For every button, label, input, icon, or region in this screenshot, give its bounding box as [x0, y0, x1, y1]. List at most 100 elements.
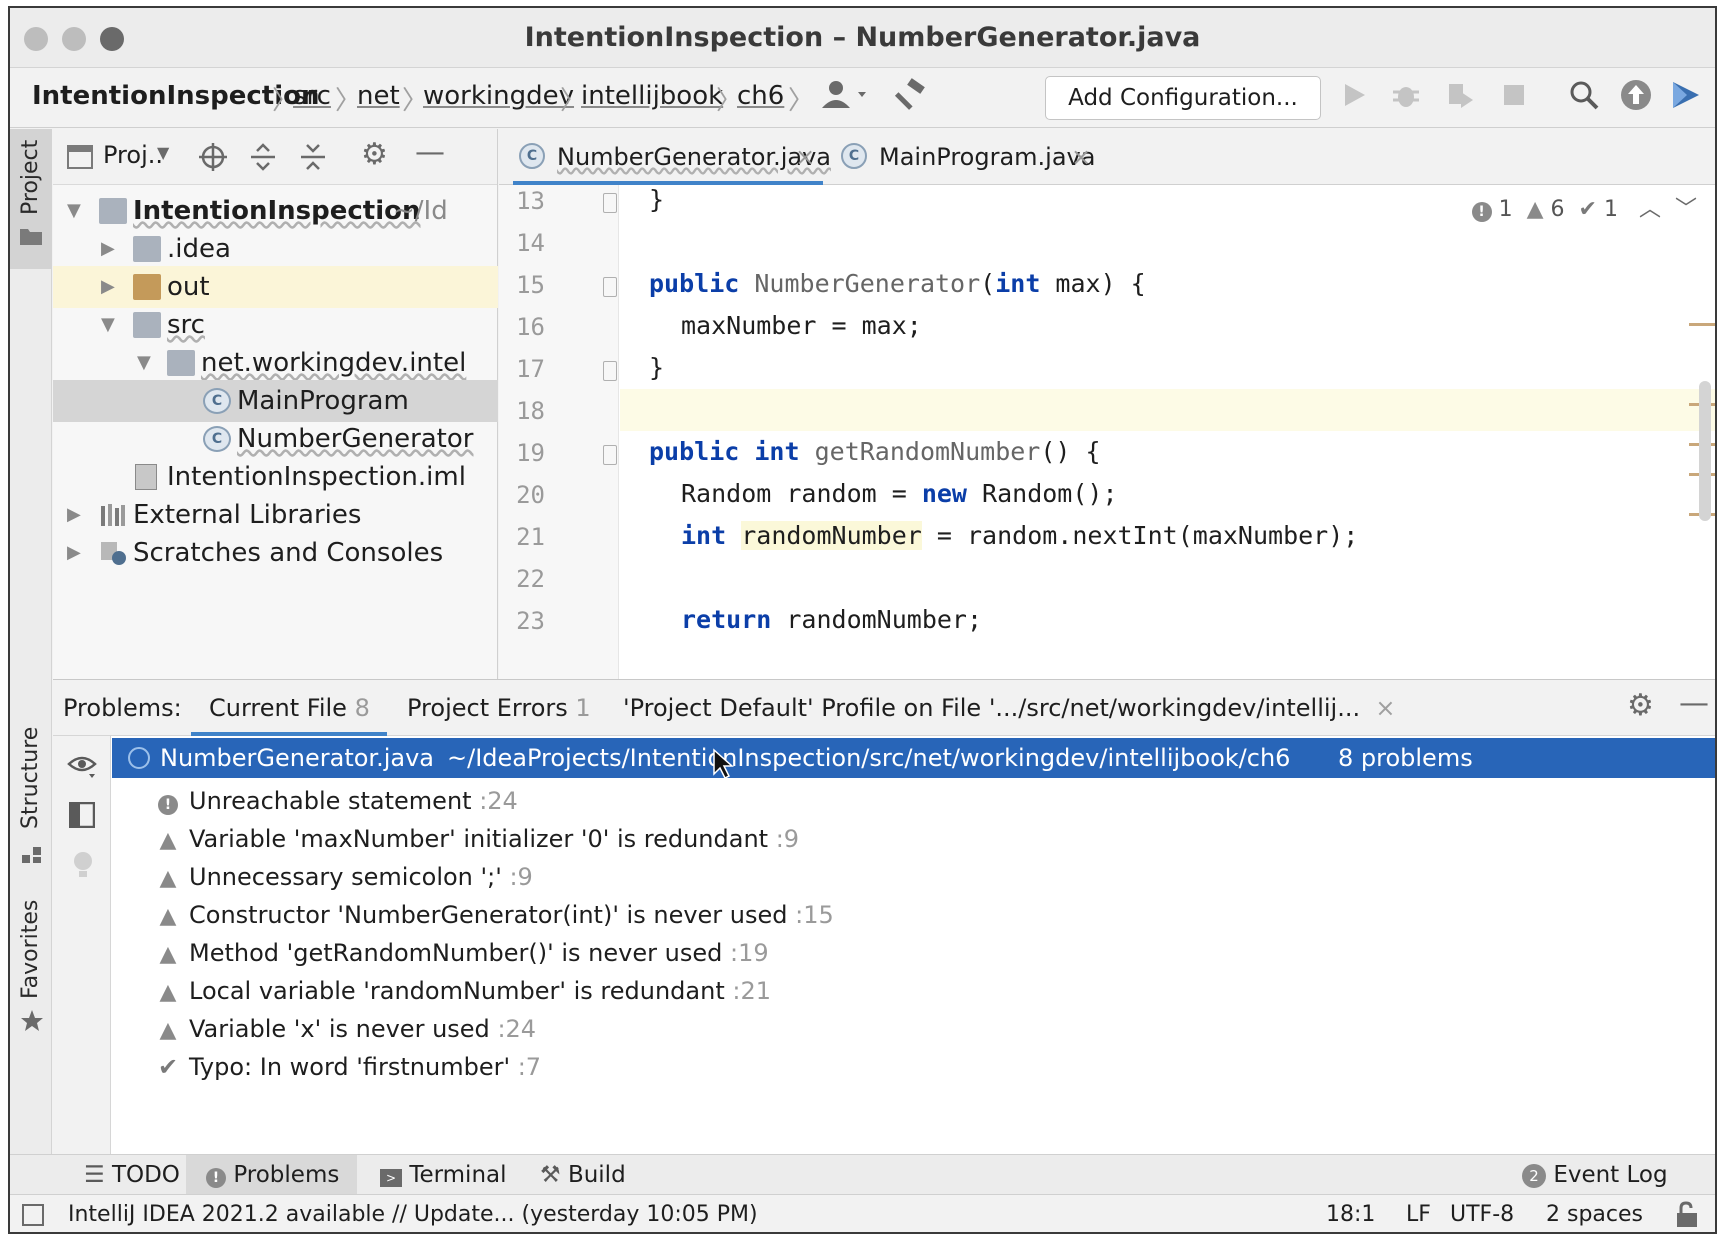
problems-file-row[interactable]: NumberGenerator.java ~/IdeaProjects/Inte…	[112, 738, 1715, 780]
breadcrumb-ch6[interactable]: ch6	[737, 81, 784, 111]
problem-item[interactable]: ▲ Variable 'x' is never used :24	[153, 1008, 537, 1050]
tab-project-errors[interactable]: Project Errors 1	[407, 680, 591, 736]
coverage-icon[interactable]	[1442, 78, 1478, 114]
problem-line: :21	[732, 977, 771, 1005]
tree-item-package[interactable]: ▼ net.workingdev.intel	[53, 342, 498, 384]
eye-icon[interactable]	[67, 750, 97, 780]
tree-item-project-root[interactable]: ▼ IntentionInspection ~/Id	[53, 190, 498, 232]
problems-toolbar	[53, 736, 111, 1155]
class-icon: C	[841, 143, 867, 169]
add-configuration-button[interactable]: Add Configuration...	[1045, 76, 1321, 120]
project-tab-label: Project	[18, 139, 43, 215]
preview-panel-icon[interactable]	[69, 802, 95, 828]
tree-item-numbergenerator[interactable]: C NumberGenerator	[53, 418, 498, 460]
next-problem-icon[interactable]: ﹀	[1675, 197, 1697, 222]
status-message[interactable]: IntelliJ IDEA 2021.2 available // Update…	[68, 1195, 758, 1232]
gear-icon[interactable]: ⚙	[361, 137, 388, 172]
problem-line: :24	[497, 1015, 537, 1043]
code-line-21: int randomNumber = random.nextInt(maxNum…	[681, 521, 1358, 550]
problems-tool-button[interactable]: ! Problems	[186, 1155, 358, 1195]
collapsed-arrow-icon[interactable]: ▶	[67, 532, 81, 574]
code-editor[interactable]: 13 14 15 16 17 18 19 20 21 22 23 } publi…	[499, 185, 1715, 679]
collapsed-arrow-icon[interactable]: ▶	[67, 494, 81, 536]
hide-panel-icon[interactable]: —	[415, 135, 445, 170]
collapse-all-icon[interactable]	[299, 143, 327, 171]
fold-marker-icon[interactable]	[603, 277, 617, 297]
tree-item-src[interactable]: ▼ src	[53, 304, 498, 346]
inspection-widget[interactable]: ! 1 ▲ 6 ✔ 1 ︿ ﹀	[1471, 191, 1697, 223]
editor-tab-bar: C NumberGenerator.java × C MainProgram.j…	[499, 129, 1715, 185]
jetbrains-logo-icon[interactable]	[1668, 78, 1704, 114]
stop-icon[interactable]	[1496, 78, 1532, 114]
unlock-icon[interactable]	[1674, 1201, 1700, 1229]
editor-scrollbar[interactable]	[1699, 381, 1711, 521]
close-tab-icon[interactable]: ×	[1375, 694, 1395, 722]
lightbulb-icon[interactable]	[71, 850, 95, 880]
tree-item-out[interactable]: ▶ out	[53, 266, 498, 308]
user-dropdown-icon[interactable]	[816, 78, 876, 114]
tab-mainprogram[interactable]: C MainProgram.java ×	[835, 129, 1105, 185]
line-separator[interactable]: LF	[1406, 1195, 1431, 1232]
problem-item[interactable]: ▲ Constructor 'NumberGenerator(int)' is n…	[153, 894, 834, 936]
event-log-button[interactable]: 2 Event Log	[1508, 1155, 1682, 1195]
breadcrumb-net[interactable]: net	[357, 81, 400, 111]
problem-item[interactable]: ▲ Unnecessary semicolon ';' :9	[153, 856, 533, 898]
hide-panel-icon[interactable]: —	[1679, 686, 1709, 721]
tree-item-iml[interactable]: IntentionInspection.iml	[53, 456, 498, 498]
problem-item[interactable]: ▲ Method 'getRandomNumber()' is never use…	[153, 932, 769, 974]
problem-item[interactable]: ▲ Variable 'maxNumber' initializer '0' is…	[153, 818, 800, 860]
expanded-arrow-icon[interactable]: ▼	[101, 304, 115, 346]
run-icon[interactable]	[1336, 78, 1372, 114]
tree-item-idea[interactable]: ▶ .idea	[53, 228, 498, 270]
update-icon[interactable]	[1618, 78, 1654, 114]
expand-all-icon[interactable]	[249, 143, 277, 171]
toggle-tool-windows-icon[interactable]	[22, 1204, 44, 1226]
expanded-arrow-icon[interactable]: ▼	[67, 190, 81, 232]
todo-tool-button[interactable]: ☰ TODO	[70, 1155, 194, 1195]
fold-marker-icon[interactable]	[603, 445, 617, 465]
hammer-icon[interactable]	[892, 78, 932, 114]
tree-item-scratches[interactable]: ▶ Scratches and Consoles	[53, 532, 498, 574]
collapsed-arrow-icon[interactable]: ▶	[101, 266, 115, 308]
problems-file-count: 8 problems	[1338, 744, 1473, 772]
tab-profile-on-file[interactable]: 'Project Default' Profile on File '.../s…	[623, 680, 1395, 736]
tree-item-external-libraries[interactable]: ▶ External Libraries	[53, 494, 498, 536]
problem-item[interactable]: ! Unreachable statement :24	[153, 780, 518, 822]
indent-setting[interactable]: 2 spaces	[1546, 1195, 1643, 1232]
locate-icon[interactable]	[199, 143, 227, 171]
line-number: 13	[516, 187, 545, 215]
close-tab-icon[interactable]: ×	[795, 129, 815, 185]
tab-label: Current File	[209, 694, 347, 722]
error-stripe-marker[interactable]	[1689, 323, 1715, 326]
tab-current-file[interactable]: Current File 8	[191, 680, 387, 736]
project-view-selector[interactable]: Proj..	[103, 141, 163, 169]
tree-item-mainprogram[interactable]: C MainProgram	[53, 380, 498, 422]
collapsed-arrow-icon[interactable]: ▶	[101, 228, 115, 270]
structure-tool-tab[interactable]: Structure	[10, 727, 52, 879]
fold-marker-icon[interactable]	[603, 193, 617, 213]
caret-position[interactable]: 18:1	[1326, 1195, 1375, 1232]
favorites-tool-tab[interactable]: Favorites	[10, 899, 52, 1049]
problem-item[interactable]: ✔ Typo: In word 'firstnumber' :7	[153, 1046, 541, 1088]
line-number: 16	[516, 313, 545, 341]
terminal-tool-button[interactable]: > Terminal	[366, 1155, 521, 1195]
mouse-cursor-icon	[713, 748, 734, 780]
previous-problem-icon[interactable]: ︿	[1639, 197, 1661, 222]
build-tool-button[interactable]: ⚒ Build	[526, 1155, 640, 1195]
gear-icon[interactable]: ⚙	[1627, 688, 1654, 723]
chevron-down-icon[interactable]: ▼	[157, 143, 169, 162]
breadcrumb-src[interactable]: src	[293, 81, 331, 111]
expanded-arrow-icon[interactable]: ▼	[137, 342, 151, 384]
close-tab-icon[interactable]: ×	[1071, 129, 1091, 185]
problem-item[interactable]: ▲ Local variable 'randomNumber' is redund…	[153, 970, 771, 1012]
breadcrumb-workingdev[interactable]: workingdev	[423, 81, 574, 111]
debug-icon[interactable]	[1388, 78, 1424, 114]
tab-numbergenerator[interactable]: C NumberGenerator.java ×	[513, 129, 831, 185]
fold-marker-icon[interactable]	[603, 361, 617, 381]
warning-icon: ▲	[1526, 197, 1544, 222]
breadcrumb-intellijbook[interactable]: intellijbook	[581, 81, 723, 111]
project-tool-tab[interactable]: Project	[10, 129, 52, 269]
search-icon[interactable]	[1566, 78, 1602, 114]
file-encoding[interactable]: UTF-8	[1450, 1195, 1514, 1232]
scratches-icon	[101, 542, 126, 565]
